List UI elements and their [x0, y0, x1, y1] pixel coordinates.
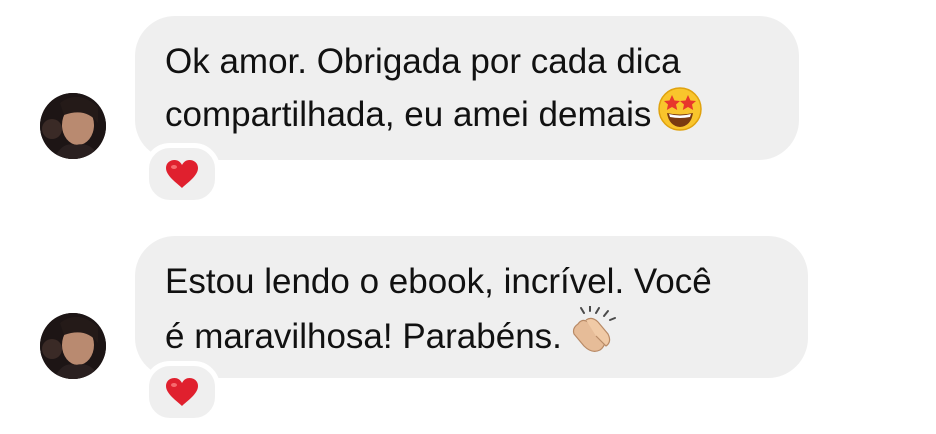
message-text: é maravilhosa! Parabéns.: [165, 305, 772, 367]
message-text-line: é maravilhosa! Parabéns.: [165, 317, 562, 356]
star-struck-emoji-icon: [657, 86, 703, 145]
avatar[interactable]: [40, 93, 106, 159]
clapping-hands-emoji-icon: [568, 305, 618, 367]
message-text: compartilhada, eu amei demais: [165, 86, 763, 145]
heart-reaction[interactable]: [144, 143, 220, 205]
message-text: Ok amor. Obrigada por cada dica: [165, 42, 681, 81]
message-text: Estou lendo o ebook, incrível. Você: [165, 262, 712, 301]
message-bubble[interactable]: Ok amor. Obrigada por cada dica comparti…: [135, 16, 799, 160]
message-bubble[interactable]: Estou lendo o ebook, incrível. Você é ma…: [135, 236, 808, 378]
heart-icon: [166, 378, 198, 406]
message-text-line: compartilhada, eu amei demais: [165, 95, 652, 134]
heart-reaction[interactable]: [144, 361, 220, 423]
avatar[interactable]: [40, 313, 106, 379]
message-thread: Ok amor. Obrigada por cada dica comparti…: [0, 0, 936, 434]
heart-icon: [166, 160, 198, 188]
